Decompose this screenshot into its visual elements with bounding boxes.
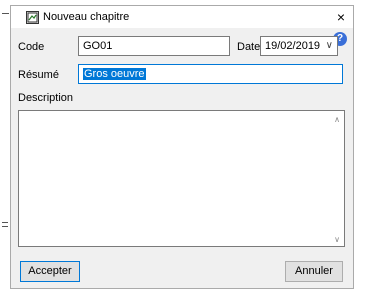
resume-field[interactable]: Gros oeuvre: [78, 64, 343, 84]
resume-value: Gros oeuvre: [83, 68, 146, 80]
title-bar: Nouveau chapitre ×: [11, 6, 353, 28]
background-line: [2, 13, 9, 14]
chapter-window-icon: [26, 11, 39, 24]
close-button[interactable]: ×: [331, 8, 351, 26]
cancel-button[interactable]: Annuler: [285, 261, 343, 282]
desktop-background: Nouveau chapitre × ? Code GO01 Date 19/0…: [0, 0, 366, 295]
description-textarea[interactable]: ∧ ∨: [18, 110, 345, 247]
description-label: Description: [18, 92, 74, 104]
resume-label: Résumé: [18, 69, 59, 81]
date-label: Date: [237, 41, 261, 53]
date-picker[interactable]: 19/02/2019 ∨: [260, 36, 338, 56]
chevron-down-icon[interactable]: ∨: [326, 40, 333, 51]
nouveau-chapitre-dialog: Nouveau chapitre × ? Code GO01 Date 19/0…: [10, 5, 354, 289]
scroll-up-icon[interactable]: ∧: [334, 115, 340, 124]
scroll-down-icon[interactable]: ∨: [334, 235, 340, 244]
code-label: Code: [18, 41, 45, 53]
accept-button[interactable]: Accepter: [20, 261, 80, 282]
window-title: Nouveau chapitre: [43, 11, 130, 23]
background-handle: [2, 222, 8, 227]
code-field[interactable]: GO01: [78, 36, 230, 56]
date-value: 19/02/2019: [265, 40, 321, 52]
